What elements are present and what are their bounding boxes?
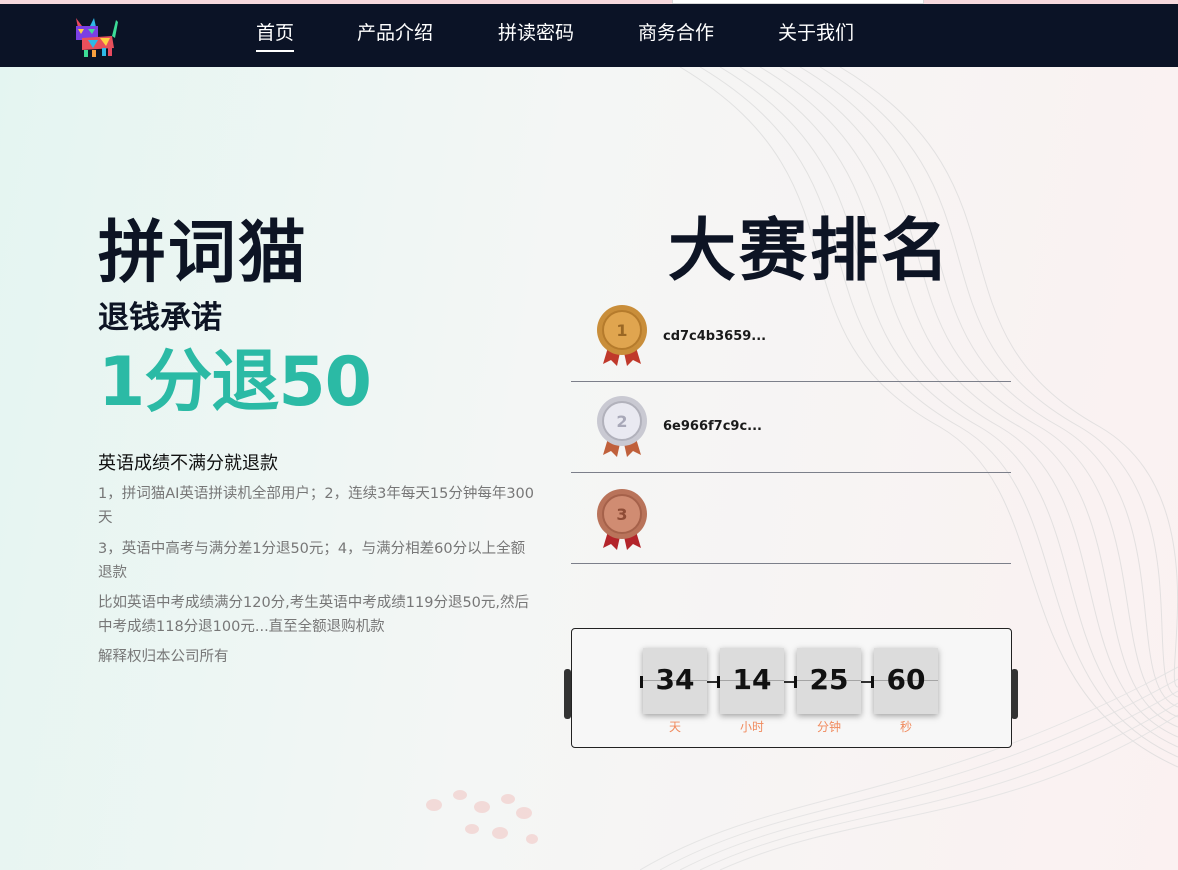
ranking-row-3: 3 — [571, 474, 1011, 564]
countdown-left-tab — [564, 669, 571, 719]
medal-rank-label: 3 — [616, 505, 627, 524]
countdown-minutes-cell: 25 — [797, 648, 861, 714]
countdown-right-tab — [1011, 669, 1018, 719]
dots-decoration — [426, 790, 538, 844]
description-line-1: 1，拼词猫AI英语拼读机全部用户；2，连续3年每天15分钟每年300天 — [98, 486, 534, 526]
countdown-hours-value: 14 — [732, 663, 772, 696]
countdown-seconds-cell: 60 — [874, 648, 938, 714]
countdown-seconds-unit: 秒 — [899, 720, 912, 734]
ranking-row-2: 2 6e966f7c9c... — [571, 383, 1011, 473]
medal-rank-label: 1 — [616, 321, 627, 340]
nav-item-business[interactable]: 商务合作 — [638, 20, 714, 48]
gold-medal-icon: 1 — [597, 305, 647, 366]
countdown-days-unit: 天 — [668, 720, 681, 734]
ranking-row-1: 1 cd7c4b3659... — [571, 292, 1011, 382]
countdown-hours-unit: 小时 — [739, 720, 764, 734]
bronze-medal-icon: 3 — [597, 489, 647, 550]
nav-item-about[interactable]: 关于我们 — [778, 20, 854, 48]
hero-title: 拼词猫 — [98, 214, 309, 293]
ranking-title: 大赛排名 — [668, 212, 953, 291]
description-line-3: 比如英语中考成绩满分120分,考生英语中考成绩119分退50元,然后中考成绩11… — [98, 595, 530, 635]
hero-offer: 1分退50 — [98, 343, 372, 422]
nav-item-products[interactable]: 产品介绍 — [357, 20, 433, 48]
nav-item-home[interactable]: 首页 — [256, 20, 295, 52]
top-navbar: 首页 产品介绍 拼读密码 商务合作 关于我们 — [0, 4, 1178, 67]
countdown-seconds-value: 60 — [886, 663, 926, 696]
description-heading: 英语成绩不满分就退款 — [98, 453, 278, 474]
countdown-days-cell: 34 — [643, 648, 707, 714]
description-line-4: 解释权归本公司所有 — [98, 649, 229, 665]
nav-item-phonics[interactable]: 拼读密码 — [498, 20, 574, 48]
hero-subtitle: 退钱承诺 — [98, 300, 222, 336]
ranking-user-name: 6e966f7c9c... — [663, 419, 762, 434]
countdown-minutes-value: 25 — [809, 663, 849, 696]
countdown-timer: 34 14 25 60 天 小时 分钟 秒 — [564, 628, 1018, 748]
countdown-days-value: 34 — [655, 663, 695, 696]
countdown-minutes-unit: 分钟 — [816, 720, 841, 734]
countdown-hours-cell: 14 — [720, 648, 784, 714]
cat-logo-icon[interactable] — [68, 14, 118, 58]
silver-medal-icon: 2 — [597, 396, 647, 457]
medal-rank-label: 2 — [616, 412, 627, 431]
ranking-user-name: cd7c4b3659... — [663, 329, 767, 344]
description-line-2: 3，英语中高考与满分差1分退50元；4，与满分相差60分以上全额退款 — [98, 541, 526, 581]
